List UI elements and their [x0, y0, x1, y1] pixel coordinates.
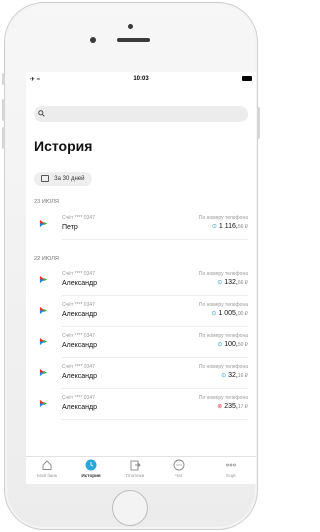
row-divider	[62, 419, 248, 420]
recipient-name: Петр	[62, 224, 78, 231]
bank-logo-icon	[39, 219, 48, 228]
volume-up-button	[2, 99, 5, 121]
account-number: Счёт **** 0347	[62, 395, 95, 401]
bank-logo-icon	[39, 368, 48, 377]
period-filter-label: За 30 дней	[54, 176, 85, 182]
status-bar: ✈ ≈ 10:03	[26, 72, 256, 86]
transfer-type: По номеру телефона	[198, 215, 248, 221]
earpiece-speaker	[117, 38, 150, 42]
amount-cents: 56 ₽	[237, 224, 248, 230]
tab-payments[interactable]: Платежи	[116, 459, 154, 478]
bank-logo-icon	[39, 399, 48, 408]
clock-icon	[85, 459, 97, 471]
amount-main: 1 005,	[218, 310, 238, 317]
bank-logo-icon	[39, 337, 48, 346]
transaction-row[interactable]: Счёт **** 0347 Александр По номеру телефон…	[26, 328, 256, 358]
transfer-type: По номеру телефона	[198, 395, 248, 401]
amount-main: 100,	[224, 341, 238, 348]
battery-icon	[242, 76, 252, 81]
home-button[interactable]	[112, 490, 148, 526]
recipient-name: Александр	[62, 404, 98, 411]
search-icon	[38, 108, 45, 120]
transaction-row[interactable]: Счёт **** 0347 Александр По номеру телефон…	[26, 297, 256, 327]
check-circle-icon: ⊙	[217, 280, 223, 286]
chat-icon	[173, 459, 185, 471]
app-screen: ✈ ≈ 10:03 История За 30 дней 23 ИЮЛЯ Счёт…	[26, 72, 256, 484]
check-circle-icon: ⊙	[211, 224, 217, 230]
check-circle-icon: ⊙	[217, 342, 223, 348]
tab-label: Мой банк	[37, 473, 57, 478]
transaction-row[interactable]: Счёт **** 0347 Петр По номеру телефона ⊙ 1 1…	[26, 210, 256, 240]
transfer-type: По номеру телефона	[198, 364, 248, 370]
tab-chat[interactable]: Чат	[160, 459, 198, 478]
front-camera	[90, 37, 96, 43]
amount-cents: 50 ₽	[237, 342, 248, 348]
account-number: Счёт **** 0347	[62, 215, 95, 221]
bank-logo-icon	[39, 275, 48, 284]
page-title: История	[34, 138, 93, 154]
calendar-icon	[41, 175, 49, 182]
check-circle-icon: ⊙	[211, 311, 217, 317]
row-divider	[62, 388, 248, 389]
amount-cents: 00 ₽	[237, 311, 248, 317]
transfer-type: По номеру телефона	[198, 271, 248, 277]
period-filter-button[interactable]: За 30 дней	[34, 172, 93, 186]
transaction-row[interactable]: Счёт **** 0347 Александр По номеру телефон…	[26, 359, 256, 389]
tab-history[interactable]: История	[72, 459, 110, 478]
row-divider	[62, 239, 248, 240]
recipient-name: Александр	[62, 311, 98, 318]
search-input[interactable]	[34, 106, 248, 122]
amount-cents: 66 ₽	[237, 280, 248, 286]
amount-main: 132,	[224, 279, 238, 286]
account-number: Счёт **** 0347	[62, 364, 95, 370]
mute-switch	[2, 73, 5, 85]
recipient-name: Александр	[62, 280, 98, 287]
transfer-icon	[130, 460, 141, 471]
section-date: 22 ИЮЛЯ	[34, 256, 59, 262]
tab-label: Ещё	[226, 473, 236, 478]
more-dots-icon	[226, 463, 236, 467]
transaction-row[interactable]: Счёт **** 0347 Александр По номеру телефон…	[26, 390, 256, 420]
front-sensor	[128, 24, 133, 29]
tab-more[interactable]: Ещё	[212, 459, 250, 478]
volume-down-button	[2, 127, 5, 149]
amount-main: 235,	[224, 403, 238, 410]
amount: ⊙ 32,16 ₽	[221, 372, 248, 379]
transfer-type: По номеру телефона	[198, 302, 248, 308]
amount: ⊙ 1 116,56 ₽	[212, 223, 248, 230]
recipient-name: Александр	[62, 373, 98, 380]
amount-main: 32,	[228, 372, 238, 379]
check-circle-icon: ⊙	[221, 373, 227, 379]
amount-cents: 17 ₽	[237, 404, 248, 410]
section-date: 23 ИЮЛЯ	[34, 199, 59, 205]
tab-my-bank[interactable]: Мой банк	[28, 459, 66, 478]
transaction-row[interactable]: Счёт **** 0347 Александр По номеру телефон…	[26, 266, 256, 296]
tab-bar: Мой банк История Платежи Чат Ещё	[26, 456, 256, 484]
status-time: 10:03	[133, 76, 149, 82]
account-number: Счёт **** 0347	[62, 302, 95, 308]
row-divider	[62, 326, 248, 327]
amount: ⊙ 1 005,00 ₽	[211, 310, 248, 317]
tab-label: История	[81, 473, 101, 478]
tab-label: Платежи	[125, 473, 145, 478]
transfer-type: По номеру телефона	[198, 333, 248, 339]
bank-logo-icon	[39, 306, 48, 315]
error-circle-icon: ⊗	[217, 404, 223, 410]
row-divider	[62, 357, 248, 358]
amount: ⊙ 100,50 ₽	[217, 341, 248, 348]
amount-main: 1 116,	[218, 223, 238, 230]
account-number: Счёт **** 0347	[62, 333, 95, 339]
tab-label: Чат	[175, 473, 183, 478]
account-number: Счёт **** 0347	[62, 271, 95, 277]
amount: ⊙ 132,66 ₽	[217, 279, 248, 286]
row-divider	[62, 295, 248, 296]
amount-cents: 16 ₽	[237, 373, 248, 379]
recipient-name: Александр	[62, 342, 98, 349]
amount: ⊗ 235,17 ₽	[217, 403, 248, 410]
home-icon	[42, 460, 52, 470]
power-button	[257, 107, 260, 139]
